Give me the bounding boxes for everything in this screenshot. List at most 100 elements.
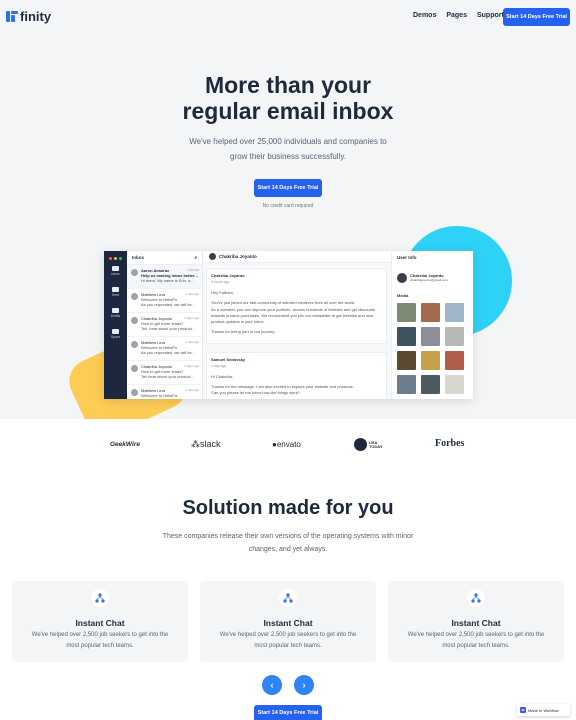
app-sidebar: Inbox Sent Drafts Spam xyxy=(104,251,127,399)
avatar xyxy=(131,341,138,348)
message-subject: Welcome to HelloPo xyxy=(141,393,178,398)
message-time: 1 day ago xyxy=(185,340,199,344)
media-label: Media xyxy=(397,293,409,298)
email-body: You've just joined our fast community of… xyxy=(211,300,356,305)
network-icon xyxy=(91,589,109,607)
envato-logo-text: envato xyxy=(276,440,301,449)
media-thumbnail[interactable] xyxy=(421,303,440,322)
email-body: Thanks for being part of our journey. xyxy=(211,329,276,334)
media-thumbnail[interactable] xyxy=(397,327,416,346)
logo-text: finity xyxy=(20,9,52,24)
email-body: As a member, you can improve your portfo… xyxy=(211,307,376,324)
logo[interactable]: finity xyxy=(6,9,51,24)
email-card: Samuel Sedovsky 1 day ago Hi Chakriba, T… xyxy=(206,352,387,399)
list-item[interactable]: 3 days ago Chakriba Joyanto How to get m… xyxy=(127,361,202,385)
avatar xyxy=(131,317,138,324)
email-greeting: Hi Chakriba, xyxy=(211,374,234,379)
solution-title: Solution made for you xyxy=(182,497,394,519)
headline-line-2: regular email inbox xyxy=(182,98,394,124)
feature-description: We've helped over 2,500 job seekers to g… xyxy=(30,630,170,652)
email-time: 3 hours ago xyxy=(211,280,230,284)
list-item[interactable]: 4:50 PM Aaron Almaraz Help us making inb… xyxy=(127,265,202,289)
list-item[interactable]: 1 day ago Matthew Lina Welcome to HelloP… xyxy=(127,289,202,313)
network-icon xyxy=(279,589,297,607)
feature-description-line: We've helped over 2,500 job seekers to g… xyxy=(407,632,545,638)
user-info-panel: User Info Chakriba Joyanto chakribajoyan… xyxy=(391,251,473,399)
chevron-left-icon: ‹ xyxy=(270,680,274,690)
media-thumbnail[interactable] xyxy=(397,303,416,322)
media-thumbnail[interactable] xyxy=(421,375,440,394)
sidebar-drafts[interactable]: Drafts xyxy=(104,308,127,318)
conversation-header: Chakriba Joyanto xyxy=(203,251,391,263)
media-thumbnail[interactable] xyxy=(421,327,440,346)
carousel-next-button[interactable]: › xyxy=(294,675,314,695)
list-item[interactable]: 1 day ago Matthew Lina Welcome to HelloP… xyxy=(127,337,202,361)
sidebar-inbox[interactable]: Inbox xyxy=(104,266,127,276)
feature-title: Instant Chat xyxy=(263,618,313,628)
headline-line-1: More than your xyxy=(204,72,372,98)
avatar xyxy=(131,365,138,372)
nav-link-demos[interactable]: Demos xyxy=(413,12,436,19)
bottom-trial-button[interactable]: Start 14 Days Free Trial xyxy=(254,705,322,720)
inbox-icon xyxy=(112,266,119,271)
avatar xyxy=(131,293,138,300)
media-thumbnail[interactable] xyxy=(445,351,464,370)
sidebar-spam-label: Spam xyxy=(110,335,121,339)
search-icon[interactable]: ⌕ xyxy=(194,255,197,260)
sidebar-spam[interactable]: Spam xyxy=(104,329,127,339)
nav-trial-button[interactable]: Start 14 Days Free Trial xyxy=(503,8,570,26)
no-credit-card-note: No credit card required xyxy=(262,203,314,209)
feature-card: Instant Chat We've helped over 2,500 job… xyxy=(388,581,564,662)
hero-trial-button[interactable]: Start 14 Days Free Trial xyxy=(254,179,322,197)
sidebar-sent[interactable]: Sent xyxy=(104,287,127,297)
hero-headline: More than your regular email inbox xyxy=(0,72,576,124)
email-greeting: Hey Fatham, xyxy=(211,290,234,295)
avatar xyxy=(209,253,216,260)
message-preview: Tell hear about your product... xyxy=(141,374,194,379)
logo-icon xyxy=(6,11,18,22)
avatar xyxy=(131,389,138,396)
message-time: 3 days ago xyxy=(184,316,199,320)
envato-logo: ●envato xyxy=(272,440,301,449)
sidebar-inbox-label: Inbox xyxy=(111,272,120,276)
sidebar-drafts-label: Drafts xyxy=(110,314,121,318)
usa-today-logo-text: USA TODAY xyxy=(369,439,383,449)
user-info-title: User Info xyxy=(397,255,417,260)
message-preview: Hi there, My name is Erin, a... xyxy=(141,278,194,283)
user-profile: Chakriba Joyanto chakribajoyanto@gmail.c… xyxy=(397,273,468,283)
email-body: Can you please let me know how the thing… xyxy=(211,390,300,395)
feature-card: Instant Chat We've helped over 2,500 job… xyxy=(200,581,376,662)
list-item[interactable]: 1 day ago Matthew Lina Welcome to HelloP… xyxy=(127,385,202,399)
made-in-webflow-badge[interactable]: w Made in Webflow xyxy=(517,704,570,716)
hero-subtitle-line-2: grow their business successfully. xyxy=(230,152,346,161)
media-thumbnail[interactable] xyxy=(397,351,416,370)
window-dots xyxy=(109,257,122,260)
hero-subtitle-line-1: We've helped over 25,000 individuals and… xyxy=(189,137,387,146)
solution-subtitle-line-2: changes, and yet always. xyxy=(248,546,328,553)
media-thumbnail[interactable] xyxy=(397,375,416,394)
solution-subtitle-line-1: These companies release their own versio… xyxy=(162,533,414,540)
webflow-icon: w xyxy=(520,707,526,713)
list-item[interactable]: 3 days ago Chakriba Joyanto How to get m… xyxy=(127,313,202,337)
usa-today-logo: USA TODAY xyxy=(354,438,385,451)
media-thumbnail[interactable] xyxy=(445,375,464,394)
media-thumbnail[interactable] xyxy=(445,303,464,322)
media-thumbnail[interactable] xyxy=(445,327,464,346)
spam-icon xyxy=(112,329,119,334)
avatar xyxy=(131,269,138,276)
carousel-prev-button[interactable]: ‹ xyxy=(262,675,282,695)
feature-description: We've helped over 2,500 job seekers to g… xyxy=(406,630,546,652)
conversation-pane: Chakriba Joyanto Chakriba Joyanto 3 hour… xyxy=(203,251,391,399)
partner-logos: GeekWire ⁂slack ●envato USA TODAY Forbes xyxy=(0,437,576,455)
feature-title: Instant Chat xyxy=(451,618,501,628)
network-icon xyxy=(467,589,485,607)
media-thumbnail[interactable] xyxy=(421,351,440,370)
feature-description-line: We've helped over 2,500 job seekers to g… xyxy=(31,632,169,638)
hero-section: finity Demos Pages Support Start 14 Days… xyxy=(0,0,576,419)
nav-link-support[interactable]: Support xyxy=(477,12,504,19)
message-time: 1 day ago xyxy=(185,292,199,296)
nav-link-pages[interactable]: Pages xyxy=(446,12,467,19)
feature-description-line: most popular tech teams. xyxy=(66,643,134,649)
hero-subtitle: We've helped over 25,000 individuals and… xyxy=(170,134,406,164)
sidebar-sent-label: Sent xyxy=(111,293,120,297)
